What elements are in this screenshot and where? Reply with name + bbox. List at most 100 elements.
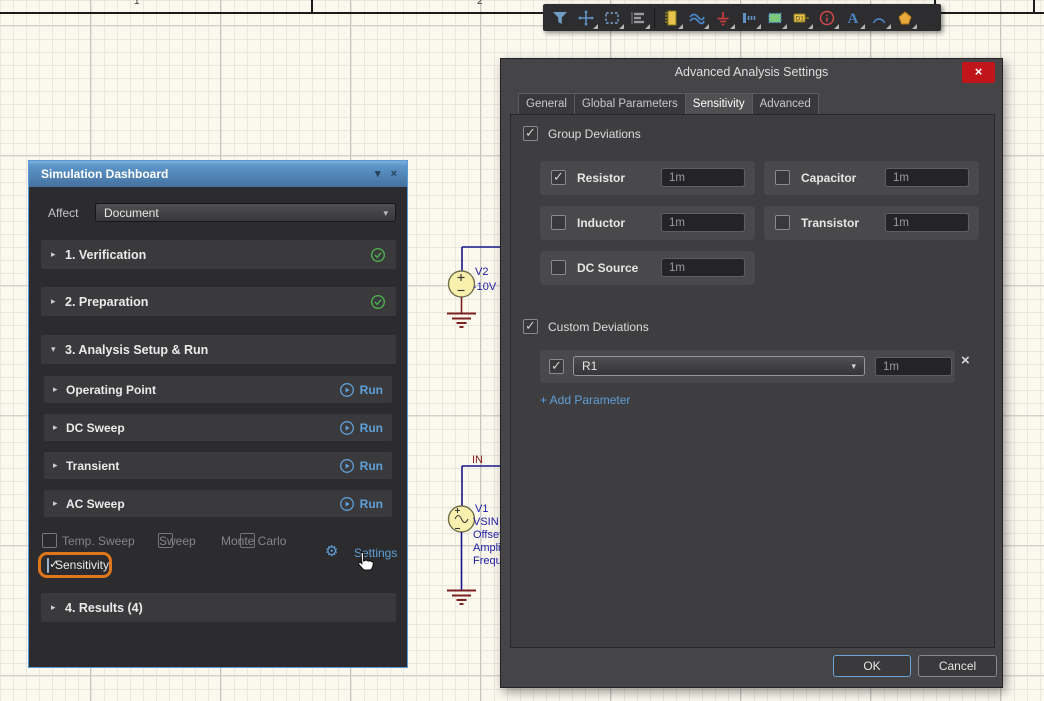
section-label: 3. Analysis Setup & Run (65, 343, 208, 357)
cancel-button[interactable]: Cancel (918, 655, 997, 677)
chevron-down-icon: ▾ (383, 204, 388, 223)
inductor-deviation-input[interactable] (661, 213, 745, 232)
advanced-analysis-settings-dialog: Advanced Analysis Settings × General Glo… (500, 58, 1003, 688)
place-wire-icon[interactable] (684, 6, 710, 30)
analysis-dc-sweep[interactable]: ▸ DC Sweep Run (44, 414, 392, 441)
panel-menu-icon[interactable]: ▾ (375, 161, 381, 187)
select-area-icon[interactable] (599, 6, 625, 30)
dc-source-deviation-input[interactable] (661, 258, 745, 277)
tab-sensitivity[interactable]: Sensitivity (685, 93, 753, 115)
sensitivity-checkbox[interactable] (47, 558, 49, 573)
add-parameter-link[interactable]: + Add Parameter (540, 393, 630, 407)
transistor-deviation-input[interactable] (885, 213, 969, 232)
mouse-cursor-hand (353, 551, 379, 579)
run-ac-sweep-button[interactable]: Run (339, 496, 383, 512)
chevron-right-icon: ▸ (53, 422, 66, 433)
sensitivity-label: Sensitivity (55, 558, 109, 572)
section-preparation[interactable]: ▸ 2. Preparation (41, 287, 396, 316)
inductor-label: Inductor (577, 206, 625, 240)
parameter-dropdown-value: R1 (582, 359, 597, 373)
section-verification[interactable]: ▸ 1. Verification (41, 240, 396, 269)
section-label: 1. Verification (65, 248, 146, 262)
place-blanket-icon[interactable] (762, 6, 788, 30)
status-ok-icon (370, 247, 386, 263)
delete-parameter-icon[interactable]: × (961, 354, 970, 368)
capacitor-checkbox[interactable] (775, 170, 790, 185)
custom-deviation-input[interactable] (875, 357, 952, 376)
gnd-symbol-v2[interactable] (447, 314, 476, 328)
inductor-checkbox[interactable] (551, 215, 566, 230)
voltage-source-v1[interactable] (449, 506, 475, 532)
play-circle-icon (339, 420, 355, 436)
tab-advanced[interactable]: Advanced (752, 93, 819, 115)
place-probe-icon[interactable] (736, 6, 762, 30)
custom-deviations-label: Custom Deviations (548, 320, 649, 334)
dashboard-title-bar[interactable]: Simulation Dashboard ▾ × (29, 161, 407, 187)
place-directive-icon[interactable]: D1 (788, 6, 814, 30)
v1-designator[interactable]: V1 (475, 503, 488, 515)
transistor-label: Transistor (801, 206, 859, 240)
affect-dropdown-value: Document (104, 206, 159, 220)
analysis-ac-sweep[interactable]: ▸ AC Sweep Run (44, 490, 392, 517)
capacitor-label: Capacitor (801, 161, 856, 195)
deviation-row-dc-source: DC Source (540, 251, 755, 285)
custom-deviations-checkbox[interactable] (523, 319, 538, 334)
place-gnd-icon[interactable] (710, 6, 736, 30)
place-polygon-icon[interactable] (892, 6, 918, 30)
filter-icon[interactable] (547, 6, 573, 30)
place-no-erc-icon[interactable] (814, 6, 840, 30)
resistor-deviation-input[interactable] (661, 168, 745, 187)
chevron-right-icon: ▸ (53, 460, 66, 471)
dc-source-checkbox[interactable] (551, 260, 566, 275)
move-cross-icon[interactable] (573, 6, 599, 30)
sheet-zone-tick (311, 0, 313, 12)
active-toolbar: D1 A (543, 4, 941, 31)
section-analysis-setup[interactable]: ▾ 3. Analysis Setup & Run (41, 335, 396, 364)
voltage-source-v2[interactable] (449, 271, 475, 297)
run-transient-button[interactable]: Run (339, 458, 383, 474)
analysis-operating-point[interactable]: ▸ Operating Point Run (44, 376, 392, 403)
run-dc-sweep-button[interactable]: Run (339, 420, 383, 436)
ok-button[interactable]: OK (833, 655, 911, 677)
sheet-zone-number: 2 (477, 0, 483, 7)
align-icon[interactable] (625, 6, 651, 30)
chevron-expanded-icon: ▾ (51, 344, 65, 355)
run-operating-point-button[interactable]: Run (339, 382, 383, 398)
section-results[interactable]: ▸ 4. Results (4) (41, 593, 396, 622)
gnd-symbol-v1[interactable] (447, 591, 476, 605)
status-ok-icon (370, 294, 386, 310)
capacitor-deviation-input[interactable] (885, 168, 969, 187)
tab-general[interactable]: General (518, 93, 575, 115)
v1-param-frequency[interactable]: Frequ (473, 555, 502, 567)
simulation-dashboard-panel: Simulation Dashboard ▾ × Affect Document… (28, 160, 408, 668)
sheet-zone-tick (1033, 0, 1035, 12)
analysis-transient[interactable]: ▸ Transient Run (44, 452, 392, 479)
play-circle-icon (339, 382, 355, 398)
custom-row-checkbox[interactable] (549, 359, 564, 374)
parameter-dropdown[interactable]: R1 ▾ (573, 356, 865, 376)
sheet-zone-number: 1 (134, 0, 140, 7)
group-deviations-label: Group Deviations (548, 127, 641, 141)
sensitivity-tab-panel: Group Deviations Resistor Capacitor Indu… (510, 114, 995, 648)
v1-param-amplitude[interactable]: Ampli (473, 542, 501, 554)
v2-designator[interactable]: V2 (475, 266, 488, 278)
chevron-right-icon: ▸ (53, 498, 66, 509)
v1-model[interactable]: VSIN (473, 516, 499, 528)
place-part-icon[interactable] (658, 6, 684, 30)
place-arc-icon[interactable] (866, 6, 892, 30)
tab-global-parameters[interactable]: Global Parameters (574, 93, 686, 115)
dialog-close-button[interactable]: × (962, 62, 995, 83)
v1-param-offset[interactable]: Offset (473, 529, 502, 541)
group-deviations-checkbox[interactable] (523, 126, 538, 141)
transistor-checkbox[interactable] (775, 215, 790, 230)
panel-close-icon[interactable]: × (391, 161, 397, 187)
dashboard-title: Simulation Dashboard (41, 167, 168, 181)
net-label-in[interactable]: IN (472, 454, 483, 466)
affect-dropdown[interactable]: Document ▾ (95, 203, 396, 222)
dc-source-label: DC Source (577, 251, 638, 285)
temp-sweep-checkbox[interactable] (42, 533, 57, 548)
gear-icon[interactable]: ⚙ (325, 542, 338, 560)
v2-value[interactable]: -10V (473, 281, 496, 293)
resistor-checkbox[interactable] (551, 170, 566, 185)
place-text-icon[interactable]: A (840, 6, 866, 30)
